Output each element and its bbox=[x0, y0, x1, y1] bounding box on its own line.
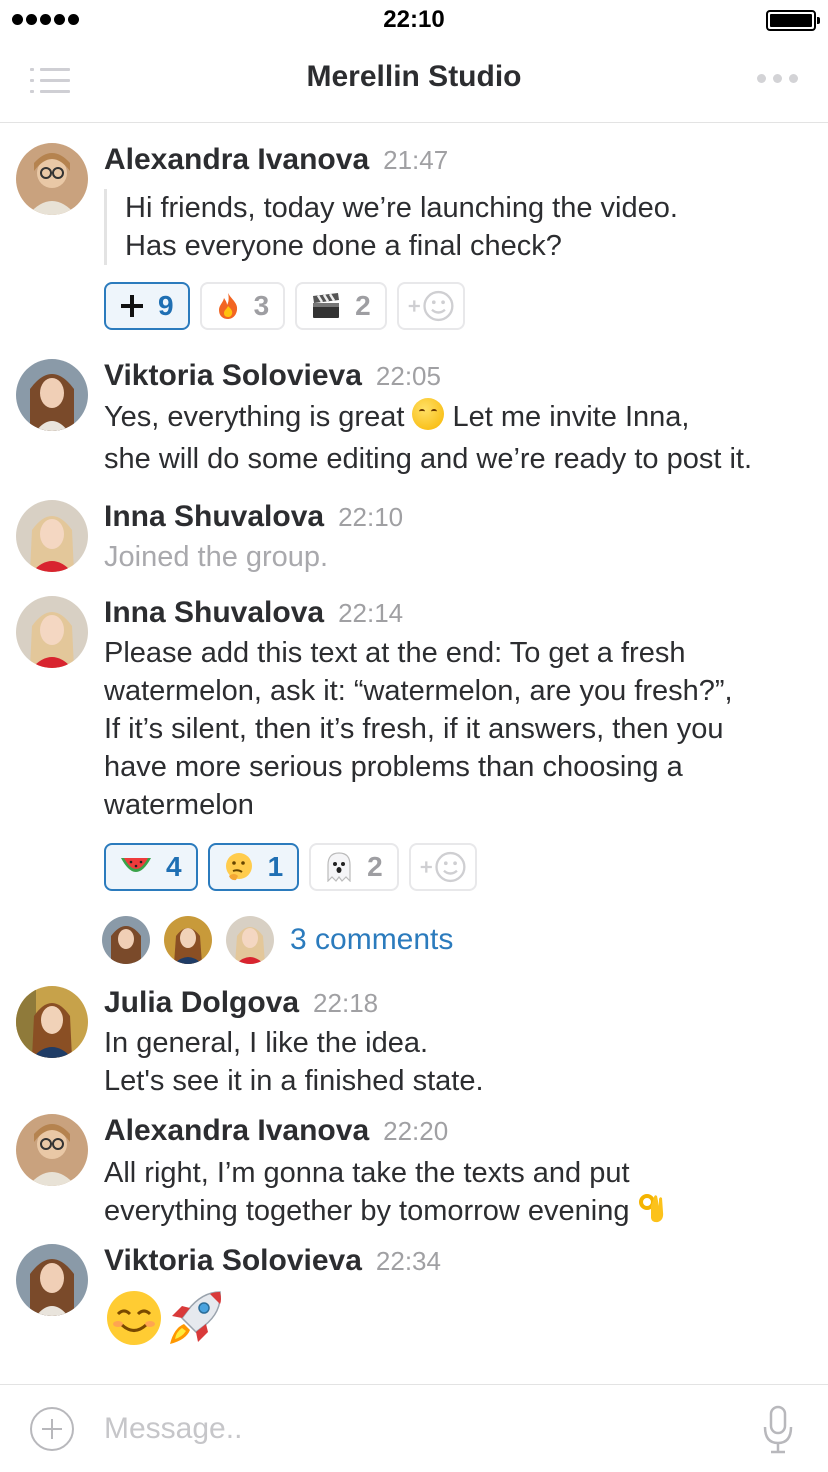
channel-header: Merellin Studio bbox=[0, 40, 828, 123]
message-author[interactable]: Alexandra Ivanova bbox=[104, 1114, 369, 1147]
reaction-bar: 9 3 2 bbox=[104, 282, 465, 330]
message-author[interactable]: Viktoria Solovieva bbox=[104, 1244, 362, 1277]
message-author[interactable]: Viktoria Solovieva bbox=[104, 359, 362, 392]
rocket-icon bbox=[170, 1291, 221, 1344]
ok-hand-icon bbox=[638, 1194, 663, 1223]
message-text: everything together by tomorrow evening bbox=[104, 1195, 630, 1227]
message-author[interactable]: Julia Dolgova bbox=[104, 986, 299, 1019]
message-time: 22:20 bbox=[383, 1116, 449, 1146]
message-text: have more serious problems than choosing… bbox=[104, 751, 683, 783]
reaction-count: 9 bbox=[158, 290, 174, 321]
message-text: watermelon, ask it: “watermelon, are you… bbox=[104, 675, 733, 707]
message-text: Joined the group. bbox=[104, 541, 329, 573]
message-text: All right, I’m gonna take the texts and … bbox=[104, 1157, 630, 1189]
message-text: Let's see it in a finished state. bbox=[104, 1065, 484, 1097]
reaction-bar: 4 1 2 bbox=[104, 843, 477, 891]
avatar[interactable] bbox=[16, 1244, 88, 1316]
attach-plus-icon[interactable] bbox=[30, 1407, 74, 1451]
message-text: she will do some editing and we’re ready… bbox=[104, 443, 753, 475]
message-text: Yes, everything is great bbox=[104, 401, 405, 433]
message-body: In general, I like the idea. Let's see i… bbox=[104, 1024, 819, 1100]
message-time: 22:18 bbox=[313, 988, 379, 1018]
status-time: 22:10 bbox=[383, 6, 445, 33]
message-time: 22:14 bbox=[338, 598, 404, 628]
message-time: 22:34 bbox=[375, 1246, 441, 1276]
reaction-count: 2 bbox=[367, 851, 383, 882]
message-author[interactable]: Alexandra Ivanova bbox=[104, 143, 369, 176]
commenter-avatar bbox=[226, 916, 274, 964]
watermelon-icon bbox=[121, 858, 151, 872]
message-time: 22:10 bbox=[338, 502, 404, 532]
reaction-count: 2 bbox=[355, 290, 371, 321]
smiling-face-icon bbox=[412, 398, 445, 430]
commenter-avatar bbox=[164, 916, 212, 964]
avatar[interactable] bbox=[16, 1114, 88, 1186]
avatar[interactable] bbox=[16, 596, 88, 668]
message-text: In general, I like the idea. bbox=[104, 1027, 429, 1059]
message-input[interactable] bbox=[104, 1407, 704, 1451]
reaction-thinking[interactable]: 1 bbox=[207, 843, 300, 891]
message-author[interactable]: Inna Shuvalova bbox=[104, 500, 324, 533]
microphone-icon[interactable] bbox=[762, 1405, 794, 1455]
reaction-fire[interactable]: 3 bbox=[199, 282, 286, 330]
message-body: Yes, everything is great Let me invite I… bbox=[104, 398, 819, 478]
comments-link[interactable]: 3 comments bbox=[290, 923, 453, 957]
message-text: Hi friends, today we’re launching the vi… bbox=[125, 192, 678, 224]
add-emoji-icon bbox=[420, 851, 466, 883]
message-text: Let me invite Inna, bbox=[444, 401, 690, 433]
add-reaction-button[interactable] bbox=[408, 843, 477, 891]
relaxed-smile-icon bbox=[107, 1291, 161, 1345]
reaction-count: 3 bbox=[253, 290, 270, 321]
reaction-ghost[interactable]: 2 bbox=[309, 843, 399, 891]
battery-icon bbox=[766, 10, 820, 31]
avatar[interactable] bbox=[16, 500, 88, 572]
fire-icon bbox=[218, 293, 237, 319]
emoji-message bbox=[104, 1288, 226, 1350]
reaction-plus[interactable]: 9 bbox=[104, 282, 190, 330]
reaction-clapper[interactable]: 2 bbox=[295, 282, 387, 330]
system-message: Joined the group. bbox=[104, 538, 819, 576]
message-time: 22:05 bbox=[375, 361, 441, 391]
message-body: Please add this text at the end: To get … bbox=[104, 634, 819, 824]
reaction-watermelon[interactable]: 4 bbox=[104, 843, 198, 891]
avatar[interactable] bbox=[16, 986, 88, 1058]
clapper-board-icon bbox=[313, 293, 340, 318]
status-bar: 22:10 bbox=[0, 0, 828, 40]
commenter-avatar bbox=[102, 916, 150, 964]
message-text: watermelon bbox=[104, 789, 254, 821]
avatar[interactable] bbox=[16, 359, 88, 431]
more-options-icon[interactable] bbox=[757, 74, 798, 83]
add-emoji-icon bbox=[408, 290, 454, 322]
message-quote: Hi friends, today we’re launching the vi… bbox=[104, 189, 678, 265]
message-author[interactable]: Inna Shuvalova bbox=[104, 596, 324, 629]
channel-title: Merellin Studio bbox=[306, 60, 522, 93]
reaction-count: 4 bbox=[166, 851, 182, 882]
ghost-icon bbox=[327, 852, 351, 882]
message-composer bbox=[0, 1384, 828, 1472]
add-reaction-button[interactable] bbox=[396, 282, 465, 330]
message-text: Has everyone done a final check? bbox=[125, 230, 562, 262]
message-body: All right, I’m gonna take the texts and … bbox=[104, 1154, 819, 1230]
plus-icon bbox=[121, 295, 143, 317]
reaction-count: 1 bbox=[267, 851, 284, 882]
message-text: Please add this text at the end: To get … bbox=[104, 637, 686, 669]
thread-summary[interactable]: 3 comments bbox=[102, 916, 453, 964]
thinking-face-icon bbox=[225, 853, 252, 881]
message-time: 21:47 bbox=[383, 145, 449, 175]
avatar[interactable] bbox=[16, 143, 88, 215]
message-text: If it’s silent, then it’s fresh, if it a… bbox=[104, 713, 724, 745]
